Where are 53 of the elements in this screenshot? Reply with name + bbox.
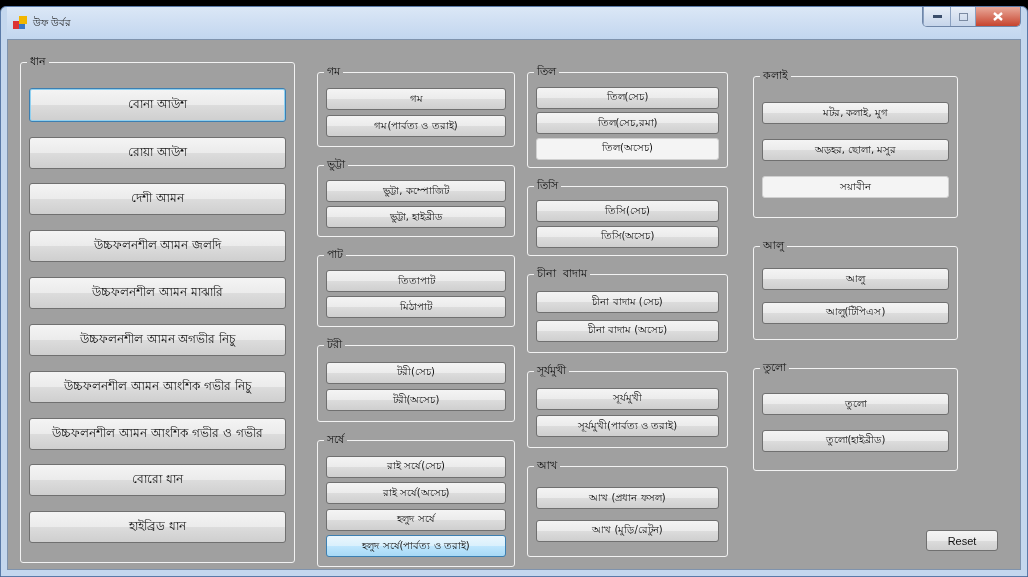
minimize-icon: [932, 15, 942, 18]
crop-button[interactable]: রাই সর্ষে(সেচ): [326, 455, 506, 478]
maximize-icon: [958, 12, 968, 21]
crop-button[interactable]: উচ্চফলনশীল আমন জলদি: [29, 230, 286, 263]
group-label: ভুট্টা: [324, 158, 348, 172]
crop-button[interactable]: আখ (প্রধান ফসল): [536, 487, 719, 510]
crop-button[interactable]: ভুট্টা, কম্পোজিট: [326, 180, 506, 202]
window-title: উফ উর্বর: [33, 15, 73, 30]
crop-button[interactable]: বোরো ধান: [29, 464, 286, 497]
reset-button[interactable]: Reset: [926, 530, 998, 551]
crop-button[interactable]: হলুদ সর্ষে: [326, 508, 506, 531]
crop-button[interactable]: তিল(অসেচ): [536, 137, 719, 160]
crop-button[interactable]: তিল(সেচ,রমা): [536, 112, 719, 134]
crop-button[interactable]: সূর্যমুখী(পার্বত্য ও তরাই): [536, 415, 719, 438]
crop-button[interactable]: সূর্যমুখী: [536, 387, 719, 410]
crop-button[interactable]: সয়াবীন: [762, 176, 949, 198]
crop-button[interactable]: অড়হর, ছোলা, মসুর: [762, 139, 949, 161]
crop-button[interactable]: তিসি(অসেচ): [536, 225, 719, 248]
crop-button[interactable]: মটর, কলাই, মুগ: [762, 102, 949, 124]
close-icon: [993, 12, 1003, 21]
crop-button[interactable]: তিতাপাট: [326, 270, 506, 292]
crop-button[interactable]: উচ্চফলনশীল আমন মাঝারি: [29, 277, 286, 310]
group-label: কলাই: [760, 69, 791, 83]
crop-button[interactable]: তিসি(সেচ): [536, 200, 719, 223]
crop-button[interactable]: আলু(টিপিএস): [762, 301, 949, 324]
crop-button[interactable]: চীনা বাদাম (সেচ): [536, 291, 719, 314]
crop-button[interactable]: বোনা আউশ: [29, 87, 286, 122]
crop-button[interactable]: টরী(সেচ): [326, 361, 506, 384]
crop-button[interactable]: হলুদ সর্ষে(পার্বত্য ও তরাই): [326, 535, 506, 558]
app-icon: [13, 16, 27, 30]
crop-button[interactable]: রাই সর্ষে(অসেচ): [326, 482, 506, 505]
crop-button[interactable]: টরী(অসেচ): [326, 389, 506, 412]
crop-button[interactable]: উচ্চফলনশীল আমন অগভীর নিচু: [29, 323, 286, 356]
crop-button[interactable]: উচ্চফলনশীল আমন আংশিক গভীর নিচু: [29, 370, 286, 403]
crop-button[interactable]: দেশী আমন: [29, 183, 286, 216]
crop-button[interactable]: আখ (মুড়ি/রেটুন): [536, 519, 719, 542]
group-label: সূর্যমুখী: [534, 364, 569, 378]
group-label: আলু: [760, 239, 787, 253]
crop-button[interactable]: গম(পার্বত্য ও তরাই): [326, 115, 506, 137]
crop-button[interactable]: চীনা বাদাম (অসেচ): [536, 319, 719, 342]
crop-button[interactable]: গম: [326, 88, 506, 110]
close-button[interactable]: [975, 7, 1020, 26]
group-label: তুলো: [760, 361, 789, 375]
crop-button[interactable]: হাইব্রিড ধান: [29, 511, 286, 544]
crop-button[interactable]: মিঠাপাট: [326, 296, 506, 318]
crop-button[interactable]: তুলো(হাইব্রীড): [762, 429, 949, 452]
crop-button[interactable]: রোয়া আউশ: [29, 136, 286, 169]
crop-button[interactable]: তিল(সেচ): [536, 86, 719, 109]
crop-button[interactable]: তুলো: [762, 393, 949, 416]
minimize-button[interactable]: [923, 7, 950, 26]
crop-button[interactable]: আলু: [762, 268, 949, 291]
crop-button[interactable]: উচ্চফলনশীল আমন আংশিক গভীর ও গভীর: [29, 417, 286, 450]
crop-button[interactable]: ভুট্টা, হাইব্রীড: [326, 206, 506, 228]
